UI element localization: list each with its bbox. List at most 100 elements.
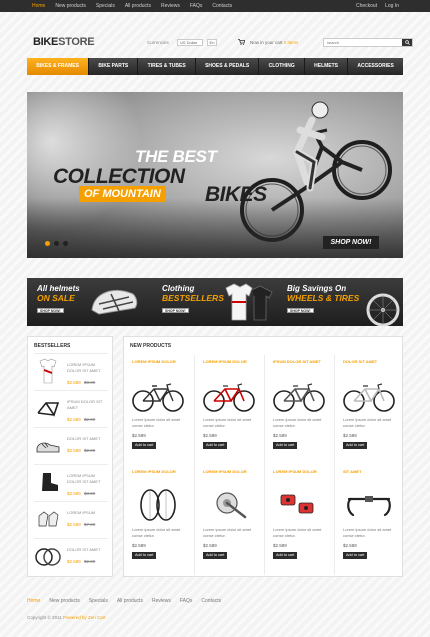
cart-label: Now in your cart — [250, 40, 283, 45]
add-to-cart-button[interactable]: Add to cart — [273, 552, 298, 559]
list-item[interactable]: Lorem ipsum dolor sit amet $2.589 $3.99 — [34, 464, 108, 498]
promo-wheels-line2: WHEELS & TIRES — [287, 293, 360, 303]
footer-reviews[interactable]: Reviews — [152, 598, 180, 604]
bestseller-price: $2.589 — [67, 417, 81, 422]
bestseller-price: $2.589 — [67, 522, 81, 527]
topnav-contacts[interactable]: Contacts — [207, 0, 237, 12]
currency-select[interactable]: US Dollar — [177, 39, 203, 46]
product-card[interactable]: Lorem ipsum dolor Lorem ipsum dolor sit … — [194, 465, 264, 575]
footer-home[interactable]: Home — [27, 598, 49, 604]
product-name[interactable]: Lorem ipsum dolor — [132, 359, 176, 364]
footer-new-products[interactable]: New products — [49, 598, 89, 604]
list-item[interactable]: Ipsum dolor sit amet $2.589 $2.99 — [34, 390, 108, 424]
topnav-all-products[interactable]: All products — [120, 0, 156, 12]
product-name[interactable]: Lorem ipsum dolor — [273, 469, 317, 474]
product-card[interactable]: Sit amet Lorem ipsum dolor sit amet cons… — [334, 465, 404, 575]
copyright-brand-link[interactable]: Powered by Zen Cart — [63, 615, 106, 620]
slider-dots — [45, 241, 68, 246]
cart-icon[interactable] — [238, 39, 245, 45]
topnav-specials[interactable]: Specials — [91, 0, 120, 12]
topnav-home[interactable]: Home — [27, 0, 50, 12]
bestseller-name[interactable]: Ipsum dolor sit amet — [67, 399, 107, 410]
product-name[interactable]: Lorem ipsum dolor — [203, 359, 247, 364]
product-name[interactable]: Ipsum dolor sit amet — [273, 359, 321, 364]
copyright: Copyright © 2011 Powered by Zen Cart — [27, 615, 106, 620]
login-link[interactable]: Log In — [381, 0, 403, 12]
nav-helmets[interactable]: Helmets — [305, 58, 349, 75]
hero-shop-now-button[interactable]: SHOP NOW! — [323, 236, 379, 249]
search-input[interactable] — [324, 39, 400, 46]
bestseller-old-price: $2.99 — [84, 417, 96, 422]
cart-count[interactable]: 0 items — [284, 40, 299, 45]
nav-bike-parts[interactable]: Bike Parts — [89, 58, 139, 75]
topnav-faqs[interactable]: FAQs — [185, 0, 208, 12]
product-description: Lorem ipsum dolor sit amet conse ctetur. — [203, 417, 252, 428]
hero-line-1: THE BEST — [135, 147, 217, 166]
bestseller-name[interactable]: Lorem ipsum — [67, 510, 107, 516]
product-description: Lorem ipsum dolor sit amet conse ctetur. — [203, 527, 252, 538]
product-price: $2.589 — [343, 433, 357, 438]
product-card[interactable]: Lorem ipsum dolor Lorem ipsum dolor sit … — [124, 355, 194, 465]
list-item[interactable]: Dolor sit amet $2.589 $2.99 — [34, 538, 108, 572]
add-to-cart-button[interactable]: Add to cart — [132, 442, 157, 449]
add-to-cart-button[interactable]: Add to cart — [343, 552, 368, 559]
product-name[interactable]: Lorem ipsum dolor — [203, 469, 247, 474]
slider-dot-1[interactable] — [45, 241, 50, 246]
topnav-new-products[interactable]: New products — [50, 0, 91, 12]
product-price: $2.589 — [132, 433, 146, 438]
product-name[interactable]: Sit amet — [343, 469, 362, 474]
product-price: $2.589 — [343, 543, 357, 548]
promo-clothing-button[interactable]: SHOP NOW! — [162, 308, 189, 313]
product-card[interactable]: Lorem ipsum dolor Lorem ipsum dolor sit … — [194, 355, 264, 465]
nav-bikes-frames[interactable]: Bikes & Frames — [27, 58, 90, 75]
list-item[interactable]: Lorem ipsum $2.589 $7.99 — [34, 501, 108, 535]
bestseller-name[interactable]: Dolor sit amet — [67, 547, 107, 553]
add-to-cart-button[interactable]: Add to cart — [132, 552, 157, 559]
footer-all-products[interactable]: All products — [117, 598, 152, 604]
footer-contacts[interactable]: Contacts — [201, 598, 230, 604]
product-description: Lorem ipsum dolor sit amet conse ctetur. — [132, 417, 181, 428]
slider-dot-2[interactable] — [54, 241, 59, 246]
nav-accessories[interactable]: Accessories — [348, 58, 403, 75]
bestseller-price: $2.589 — [67, 491, 81, 496]
search-button[interactable] — [402, 39, 412, 46]
promo-wheels-button[interactable]: SHOP NOW! — [287, 308, 314, 313]
add-to-cart-button[interactable]: Add to cart — [203, 552, 228, 559]
bestseller-old-price: $7.99 — [84, 522, 96, 527]
list-item[interactable]: Dolor sit amet $2.589 $2.99 — [34, 427, 108, 461]
product-card[interactable]: Lorem ipsum dolor Lorem ipsum dolor sit … — [124, 465, 194, 575]
product-description: Lorem ipsum dolor sit amet conse ctetur. — [132, 527, 181, 538]
nav-tires-tubes[interactable]: Tires & Tubes — [138, 58, 196, 75]
hero-slider[interactable]: THE BEST COLLECTION OF MOUNTAIN BIKES SH… — [27, 92, 403, 258]
logo-rest: STORE — [58, 36, 95, 48]
logo[interactable]: BIKESTORE — [33, 36, 95, 48]
helmet-icon — [91, 290, 138, 315]
promo-helmets[interactable]: All helmets ON SALE SHOP NOW! — [27, 278, 152, 326]
add-to-cart-button[interactable]: Add to cart — [343, 442, 368, 449]
promo-wheels[interactable]: Big Savings On WHEELS & TIRES SHOP NOW! — [277, 278, 403, 326]
bestseller-name[interactable]: Lorem ipsum dolor sit amet — [67, 362, 107, 373]
bestseller-name[interactable]: Dolor sit amet — [67, 436, 107, 442]
add-to-cart-button[interactable]: Add to cart — [273, 442, 298, 449]
hero-line-4: BIKES — [205, 183, 267, 206]
list-item[interactable]: Lorem ipsum dolor sit amet $2.589 $3.99 — [34, 353, 108, 387]
promo-helmets-button[interactable]: SHOP NOW! — [37, 308, 64, 313]
checkout-link[interactable]: Checkout — [352, 0, 381, 12]
nav-clothing[interactable]: Clothing — [259, 58, 305, 75]
product-name[interactable]: Lorem ipsum dolor — [132, 469, 176, 474]
bestseller-name[interactable]: Lorem ipsum dolor sit amet — [67, 473, 107, 484]
product-price: $2.589 — [203, 543, 217, 548]
footer-specials[interactable]: Specials — [89, 598, 117, 604]
promo-clothing[interactable]: Clothing BESTSELLERS SHOP NOW! — [152, 278, 277, 326]
topnav-reviews[interactable]: Reviews — [156, 0, 185, 12]
slider-dot-3[interactable] — [63, 241, 68, 246]
product-name[interactable]: Dolor sit amet — [343, 359, 377, 364]
product-card[interactable]: Dolor sit amet Lorem ipsum dolor sit ame… — [334, 355, 404, 465]
footer-faqs[interactable]: FAQs — [180, 598, 202, 604]
copyright-prefix: Copyright © 2011 — [27, 615, 62, 620]
language-select[interactable]: En — [207, 39, 217, 46]
product-card[interactable]: Lorem ipsum dolor Lorem ipsum dolor sit … — [264, 465, 334, 575]
nav-shoes-pedals[interactable]: Shoes & Pedals — [196, 58, 260, 75]
add-to-cart-button[interactable]: Add to cart — [203, 442, 228, 449]
product-card[interactable]: Ipsum dolor sit amet Lorem ipsum dolor s… — [264, 355, 334, 465]
